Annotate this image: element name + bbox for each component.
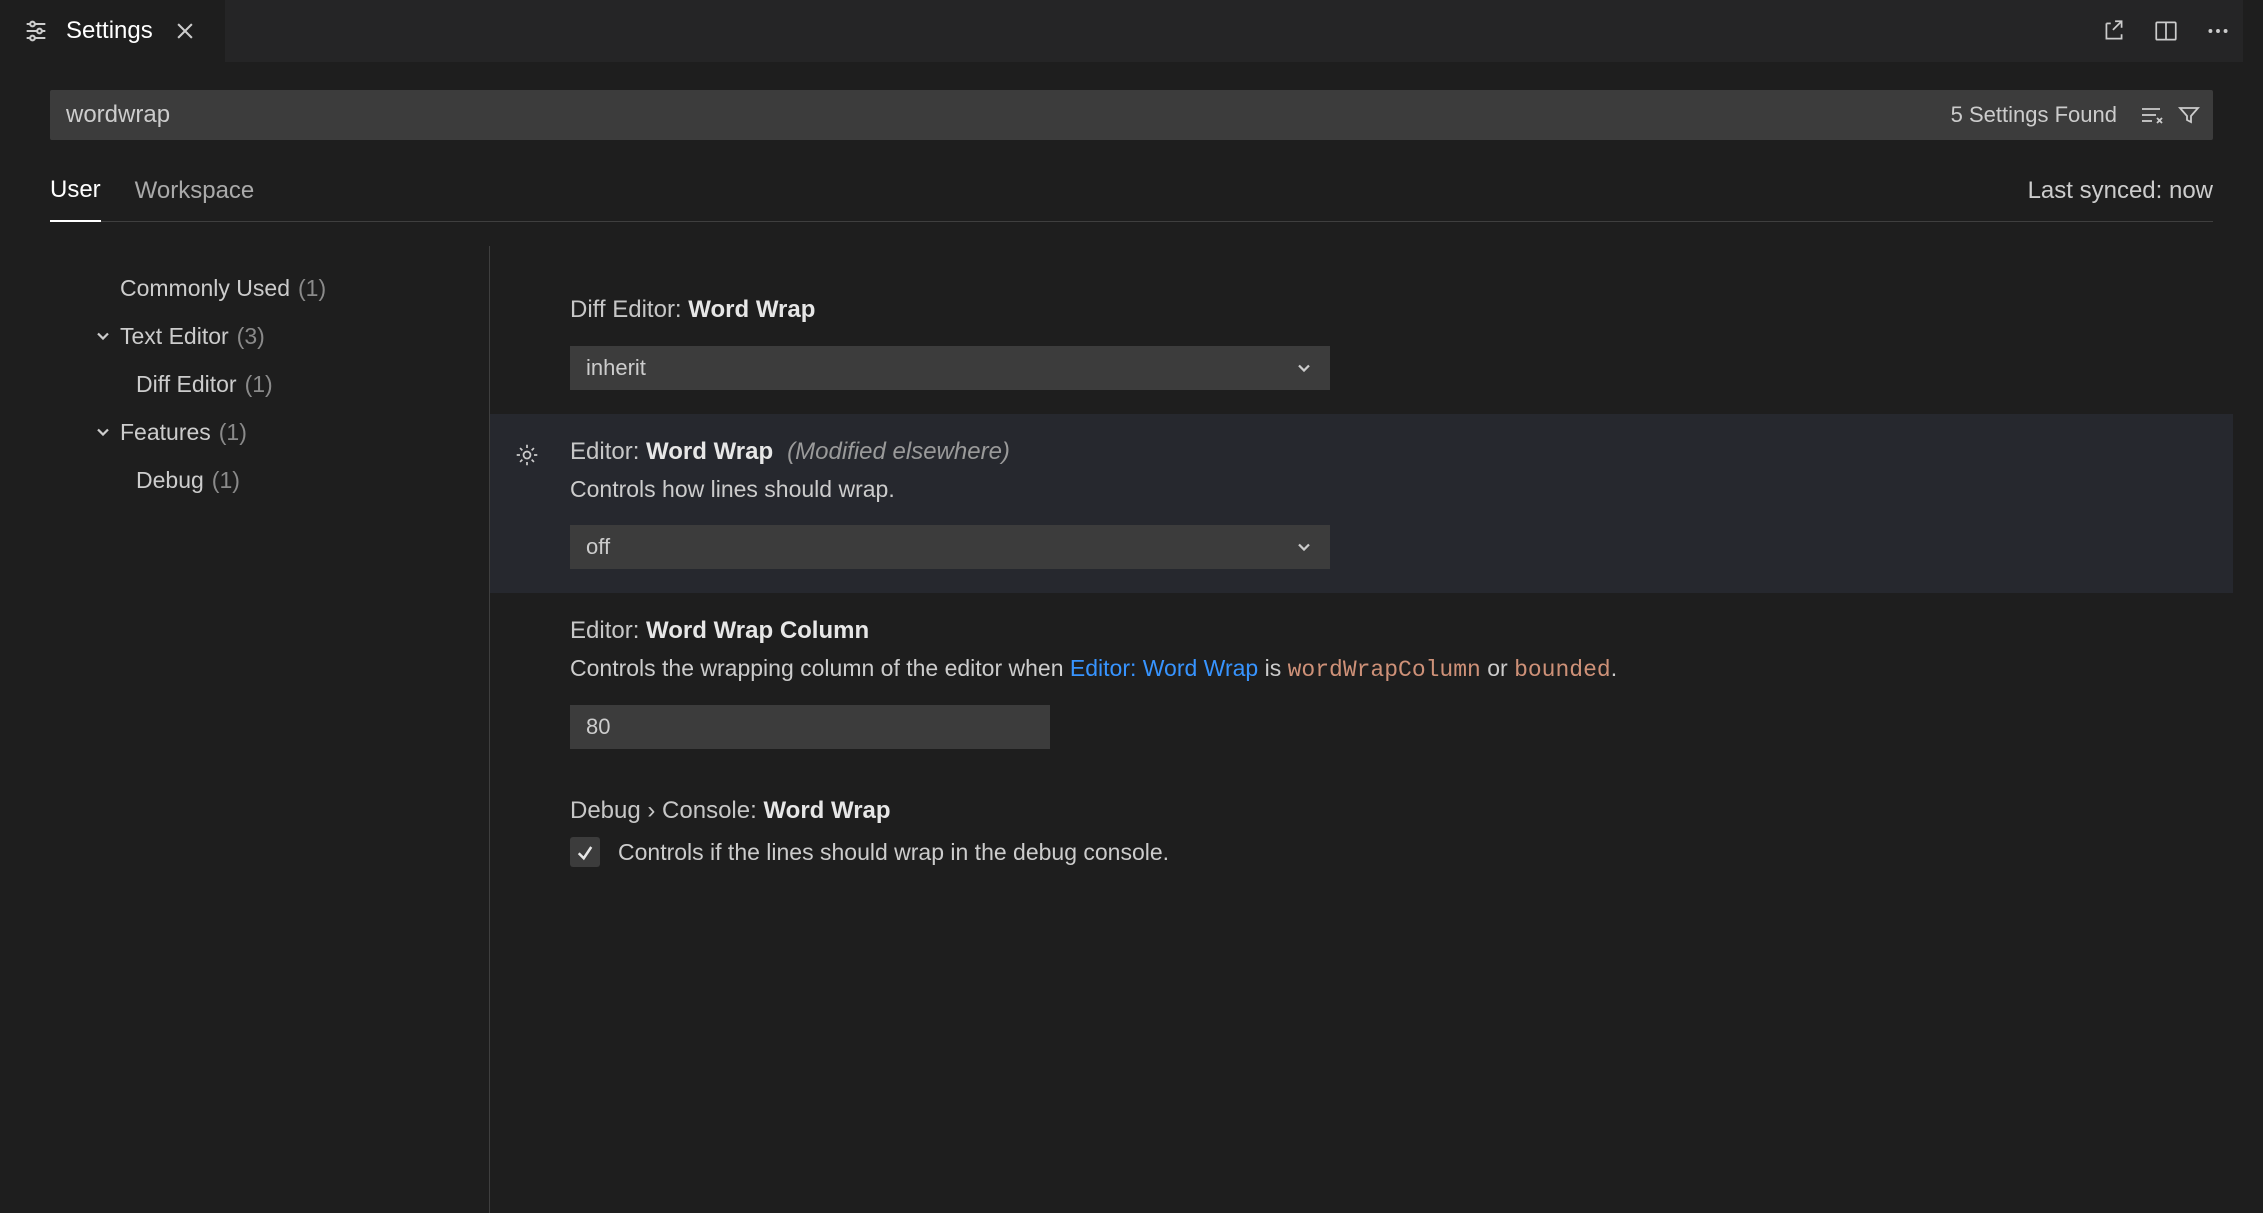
select-value: inherit bbox=[586, 355, 646, 381]
setting-name: Word Wrap bbox=[763, 797, 890, 824]
desc-text: Controls the wrapping column of the edit… bbox=[570, 655, 1070, 681]
setting-name: Word Wrap Column bbox=[646, 617, 869, 644]
setting-debug-console-word-wrap: Debug › Console: Word Wrap Controls if t… bbox=[490, 773, 2233, 891]
setting-editor-word-wrap-column: Editor: Word Wrap Column Controls the wr… bbox=[490, 593, 2233, 773]
desc-code: wordWrapColumn bbox=[1288, 657, 1481, 683]
chevron-down-icon bbox=[1294, 537, 1314, 557]
check-icon bbox=[575, 842, 595, 862]
toc-count: (1) bbox=[298, 275, 326, 302]
setting-prefix: Debug › Console: bbox=[570, 797, 763, 824]
filter-settings-button[interactable] bbox=[2175, 101, 2203, 129]
settings-search-row: 5 Settings Found bbox=[50, 90, 2213, 140]
setting-prefix: Editor: bbox=[570, 617, 646, 644]
setting-title: Editor: Word Wrap (Modified elsewhere) bbox=[570, 438, 2203, 466]
scope-tab-user[interactable]: User bbox=[50, 176, 101, 222]
settings-body: Commonly Used (1) Text Editor (3) Diff E… bbox=[50, 246, 2233, 1213]
desc-text: is bbox=[1258, 655, 1287, 681]
toc-count: (1) bbox=[245, 371, 273, 398]
settings-list: Diff Editor: Word Wrap inherit Editor: W… bbox=[490, 246, 2233, 1213]
toc-label: Text Editor bbox=[120, 323, 229, 350]
setting-checkbox-debug-console-word-wrap[interactable] bbox=[570, 837, 600, 867]
split-editor-button[interactable] bbox=[2151, 16, 2181, 46]
setting-prefix: Editor: bbox=[570, 438, 646, 465]
toc-item-features[interactable]: Features (1) bbox=[50, 408, 489, 456]
toc-label: Features bbox=[120, 419, 211, 446]
toc-item-diff-editor[interactable]: Diff Editor (1) bbox=[50, 360, 489, 408]
setting-check-row: Controls if the lines should wrap in the… bbox=[570, 837, 2203, 867]
desc-code: bounded bbox=[1514, 657, 1611, 683]
toc-label: Debug bbox=[136, 467, 204, 494]
settings-toc: Commonly Used (1) Text Editor (3) Diff E… bbox=[50, 246, 490, 1213]
desc-link-editor-word-wrap[interactable]: Editor: Word Wrap bbox=[1070, 655, 1258, 681]
chevron-down-icon bbox=[90, 419, 116, 445]
tab-close-button[interactable] bbox=[169, 15, 201, 47]
toc-item-text-editor[interactable]: Text Editor (3) bbox=[50, 312, 489, 360]
settings-scope-tabs: User Workspace Last synced: now bbox=[50, 176, 2213, 222]
setting-description: Controls how lines should wrap. bbox=[570, 476, 2203, 503]
tab-bar: Settings bbox=[0, 0, 2263, 62]
setting-description: Controls if the lines should wrap in the… bbox=[618, 839, 1169, 866]
scope-tab-workspace[interactable]: Workspace bbox=[135, 177, 255, 221]
desc-text: . bbox=[1611, 655, 1617, 681]
search-action-icons bbox=[2133, 101, 2213, 129]
setting-name: Word Wrap bbox=[646, 438, 773, 465]
sync-status[interactable]: Last synced: now bbox=[2028, 177, 2213, 221]
more-actions-button[interactable] bbox=[2203, 16, 2233, 46]
setting-select-diff-word-wrap[interactable]: inherit bbox=[570, 346, 1330, 390]
setting-name: Word Wrap bbox=[688, 296, 815, 323]
clear-search-button[interactable] bbox=[2137, 101, 2165, 129]
chevron-down-icon bbox=[1294, 358, 1314, 378]
tab-title: Settings bbox=[66, 17, 153, 45]
toc-item-commonly-used[interactable]: Commonly Used (1) bbox=[50, 264, 489, 312]
setting-select-editor-word-wrap[interactable]: off bbox=[570, 525, 1330, 569]
settings-search-input[interactable] bbox=[50, 101, 1951, 129]
settings-found-count: 5 Settings Found bbox=[1951, 102, 2133, 128]
toc-count: (1) bbox=[219, 419, 247, 446]
toc-label: Commonly Used bbox=[120, 275, 290, 302]
setting-editor-word-wrap: Editor: Word Wrap (Modified elsewhere) Co… bbox=[490, 414, 2233, 593]
settings-tab-icon bbox=[22, 17, 50, 45]
toc-count: (3) bbox=[237, 323, 265, 350]
select-value: off bbox=[586, 534, 610, 560]
setting-gear-button[interactable] bbox=[514, 442, 542, 470]
setting-description: Controls the wrapping column of the edit… bbox=[570, 655, 2203, 683]
toc-item-debug[interactable]: Debug (1) bbox=[50, 456, 489, 504]
chevron-down-icon bbox=[90, 323, 116, 349]
setting-modified-badge: (Modified elsewhere) bbox=[787, 438, 1010, 465]
setting-prefix: Diff Editor: bbox=[570, 296, 688, 323]
tab-settings[interactable]: Settings bbox=[0, 0, 225, 62]
setting-input-word-wrap-column[interactable] bbox=[570, 705, 1050, 749]
setting-title: Diff Editor: Word Wrap bbox=[570, 296, 2203, 324]
tabbar-actions bbox=[2089, 0, 2243, 62]
setting-title: Editor: Word Wrap Column bbox=[570, 617, 2203, 645]
toc-label: Diff Editor bbox=[136, 371, 237, 398]
desc-text: or bbox=[1481, 655, 1514, 681]
toc-count: (1) bbox=[212, 467, 240, 494]
tabbar-spacer bbox=[225, 0, 2089, 62]
setting-title: Debug › Console: Word Wrap bbox=[570, 797, 2203, 825]
open-settings-json-button[interactable] bbox=[2099, 16, 2129, 46]
setting-diff-editor-word-wrap: Diff Editor: Word Wrap inherit bbox=[490, 272, 2233, 414]
